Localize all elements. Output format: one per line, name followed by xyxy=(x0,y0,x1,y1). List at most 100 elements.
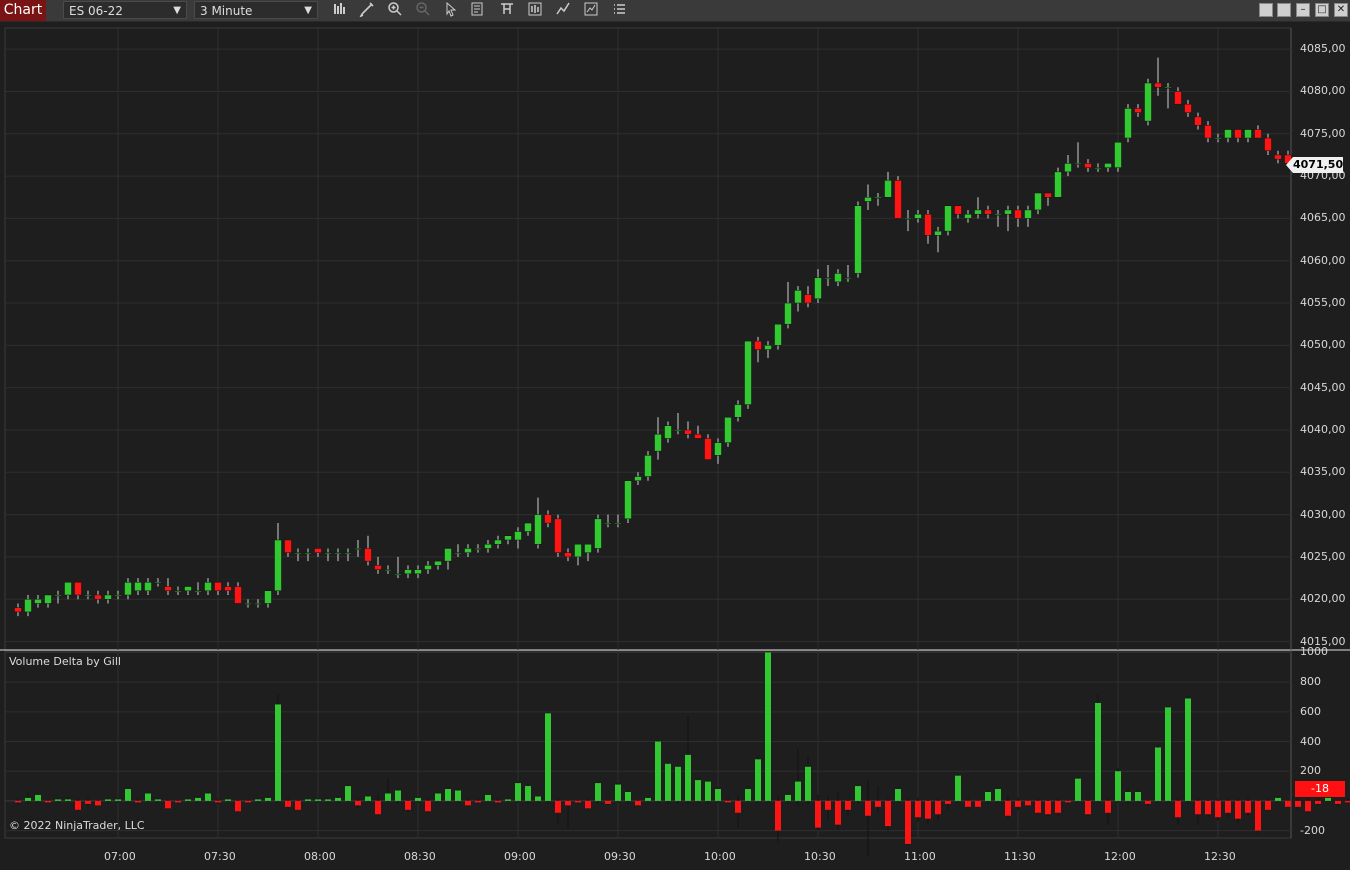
delta-body xyxy=(305,799,311,801)
candle-body xyxy=(814,277,822,300)
delta-body xyxy=(245,800,251,803)
instrument-selector[interactable]: ES 06-22 ▼ xyxy=(63,1,187,19)
delta-body xyxy=(1135,791,1141,801)
candle-body xyxy=(594,518,602,549)
delta-body xyxy=(445,789,451,801)
delta-bar xyxy=(275,694,281,803)
candle-body xyxy=(834,273,842,283)
chart-style-icon[interactable] xyxy=(525,1,545,20)
delta-body xyxy=(675,766,681,801)
delta-body xyxy=(925,800,931,819)
delta-body xyxy=(1345,800,1350,803)
delta-body xyxy=(1125,791,1131,801)
candle-body xyxy=(1074,163,1082,165)
templates-icon[interactable] xyxy=(497,1,517,20)
delta-body xyxy=(405,800,411,810)
candle-body xyxy=(784,302,792,325)
minimize-icon[interactable]: – xyxy=(1296,3,1310,17)
delta-bar xyxy=(675,765,681,804)
candle-body xyxy=(674,429,682,432)
delta-body xyxy=(975,800,981,807)
delta-bar xyxy=(1165,705,1171,803)
delta-body xyxy=(825,800,831,810)
delta-body xyxy=(1305,800,1311,812)
candle-body xyxy=(1204,125,1212,139)
delta-bar xyxy=(545,711,551,804)
delta-body xyxy=(125,789,131,801)
indicators-icon[interactable] xyxy=(581,1,601,20)
data-box-icon[interactable] xyxy=(468,1,488,20)
strategies-icon[interactable] xyxy=(553,1,573,20)
candle-body xyxy=(64,582,72,596)
delta-bar xyxy=(595,781,601,804)
time-tick-label: 07:00 xyxy=(104,850,136,863)
delta-body xyxy=(135,800,141,803)
interval-selector[interactable]: 3 Minute ▼ xyxy=(194,1,318,19)
delta-body xyxy=(475,800,481,803)
delta-body xyxy=(1015,800,1021,807)
delta-body xyxy=(75,800,81,810)
delta-body xyxy=(165,800,171,809)
candle-body xyxy=(74,582,82,596)
pointer-icon[interactable] xyxy=(441,1,461,20)
draw-pencil-icon[interactable] xyxy=(357,1,377,20)
delta-bar xyxy=(1295,797,1301,810)
last-price-marker: 4071,50 xyxy=(1286,157,1344,173)
delta-body xyxy=(35,794,41,801)
delta-bar xyxy=(705,780,711,804)
candle xyxy=(624,480,632,524)
delta-body xyxy=(985,791,991,801)
time-tick-label: 08:00 xyxy=(304,850,336,863)
chart-tab[interactable]: Chart xyxy=(0,0,46,21)
candle-body xyxy=(454,552,462,554)
delta-body xyxy=(105,799,111,801)
candle-body xyxy=(1254,129,1262,139)
time-tick-label: 07:30 xyxy=(204,850,236,863)
delta-body xyxy=(1075,778,1081,801)
delta-body xyxy=(55,799,61,801)
candle-body xyxy=(1054,171,1062,198)
candle-body xyxy=(624,480,632,520)
close-icon[interactable]: ✕ xyxy=(1334,3,1348,17)
candle xyxy=(854,201,862,278)
price-tick-label: 4080,00 xyxy=(1300,84,1346,98)
candle-body xyxy=(404,569,412,575)
candle-body xyxy=(724,417,732,443)
candle xyxy=(894,176,902,219)
delta-body xyxy=(345,786,351,801)
candle-body xyxy=(114,594,122,597)
delta-body xyxy=(1055,800,1061,813)
delta-bar xyxy=(1155,744,1161,803)
zoom-in-icon[interactable] xyxy=(385,1,405,20)
window-always-on-top-icon[interactable] xyxy=(1277,3,1291,17)
price-tick-label: 4075,00 xyxy=(1300,126,1346,140)
delta-bar xyxy=(1315,797,1321,806)
candle xyxy=(724,417,732,447)
zoom-out-icon[interactable] xyxy=(413,1,433,20)
candle-body xyxy=(1154,82,1162,88)
interval-value: 3 Minute xyxy=(200,4,253,18)
delta-body xyxy=(485,794,491,801)
properties-icon[interactable] xyxy=(609,1,629,20)
delta-body xyxy=(1255,800,1261,831)
candle-body xyxy=(684,429,692,435)
price-chart[interactable] xyxy=(0,21,1350,870)
delta-body xyxy=(1115,771,1121,801)
delta-body xyxy=(1335,800,1341,804)
window-linking-icon[interactable] xyxy=(1259,3,1273,17)
delta-body xyxy=(1315,800,1321,804)
delta-body xyxy=(1225,800,1231,813)
delta-bar xyxy=(1085,799,1091,816)
candle-body xyxy=(844,277,852,279)
maximize-icon[interactable]: □ xyxy=(1315,3,1329,17)
copyright-text: © 2022 NinjaTrader, LLC xyxy=(9,819,145,832)
candle-body xyxy=(424,565,432,570)
delta-body xyxy=(1285,800,1291,807)
candle-body xyxy=(334,552,342,554)
time-tick-label: 09:30 xyxy=(604,850,636,863)
delta-body xyxy=(755,759,761,801)
candle-body xyxy=(1124,108,1132,139)
delta-body xyxy=(895,789,901,801)
candle-body xyxy=(244,603,252,605)
bars-type-icon[interactable] xyxy=(330,1,350,20)
